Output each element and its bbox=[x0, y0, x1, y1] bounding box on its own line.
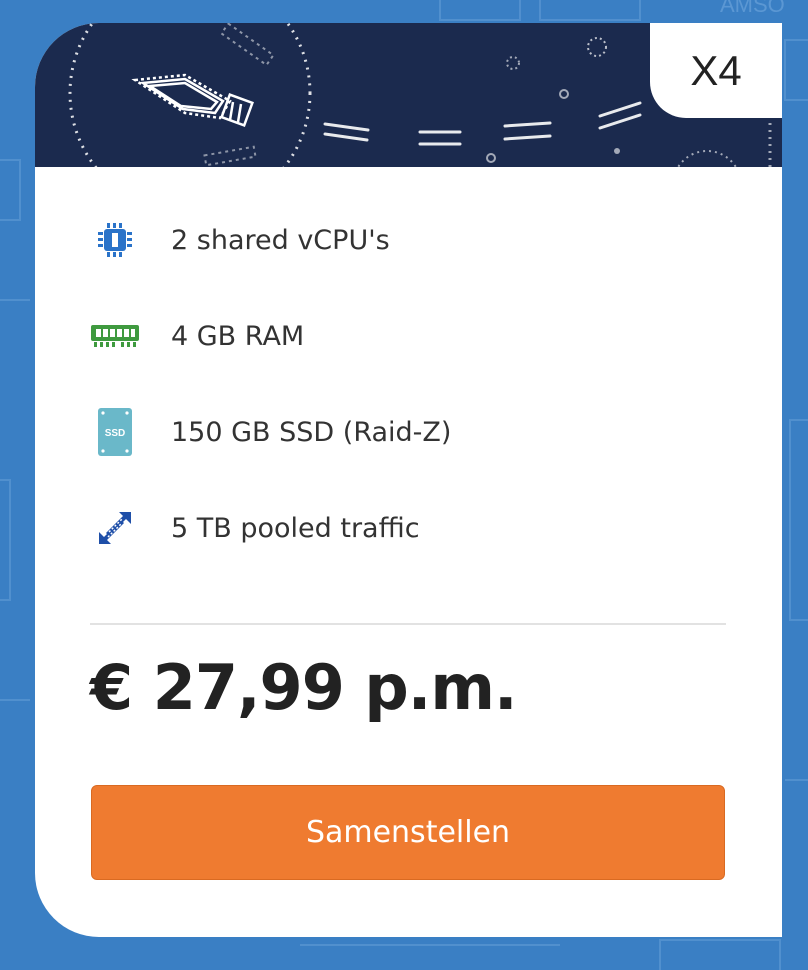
plan-name-badge: X4 bbox=[650, 23, 782, 118]
feature-label: 4 GB RAM bbox=[171, 320, 305, 352]
plan-card: X4 2 shared vCPU's 4 GB RAM SSD 150 GB S… bbox=[35, 23, 782, 937]
feature-item-traffic: 5 TB pooled traffic bbox=[90, 498, 420, 558]
feature-item-cpu: 2 shared vCPU's bbox=[90, 210, 390, 270]
cpu-icon bbox=[90, 215, 140, 265]
svg-text:AMSO: AMSO bbox=[720, 0, 785, 17]
ram-icon bbox=[90, 311, 140, 361]
configure-button[interactable]: Samenstellen bbox=[91, 785, 725, 880]
feature-label: 150 GB SSD (Raid-Z) bbox=[171, 416, 452, 448]
feature-item-ssd: SSD 150 GB SSD (Raid-Z) bbox=[90, 402, 451, 462]
ssd-icon: SSD bbox=[90, 407, 140, 457]
divider bbox=[90, 623, 726, 625]
feature-label: 2 shared vCPU's bbox=[171, 224, 390, 256]
feature-item-ram: 4 GB RAM bbox=[90, 306, 304, 366]
ssd-icon-text: SSD bbox=[105, 428, 126, 439]
plan-banner: X4 bbox=[35, 23, 782, 167]
traffic-arrows-icon bbox=[90, 503, 140, 553]
feature-label: 5 TB pooled traffic bbox=[171, 512, 420, 544]
price-label: € 27,99 p.m. bbox=[90, 651, 518, 724]
